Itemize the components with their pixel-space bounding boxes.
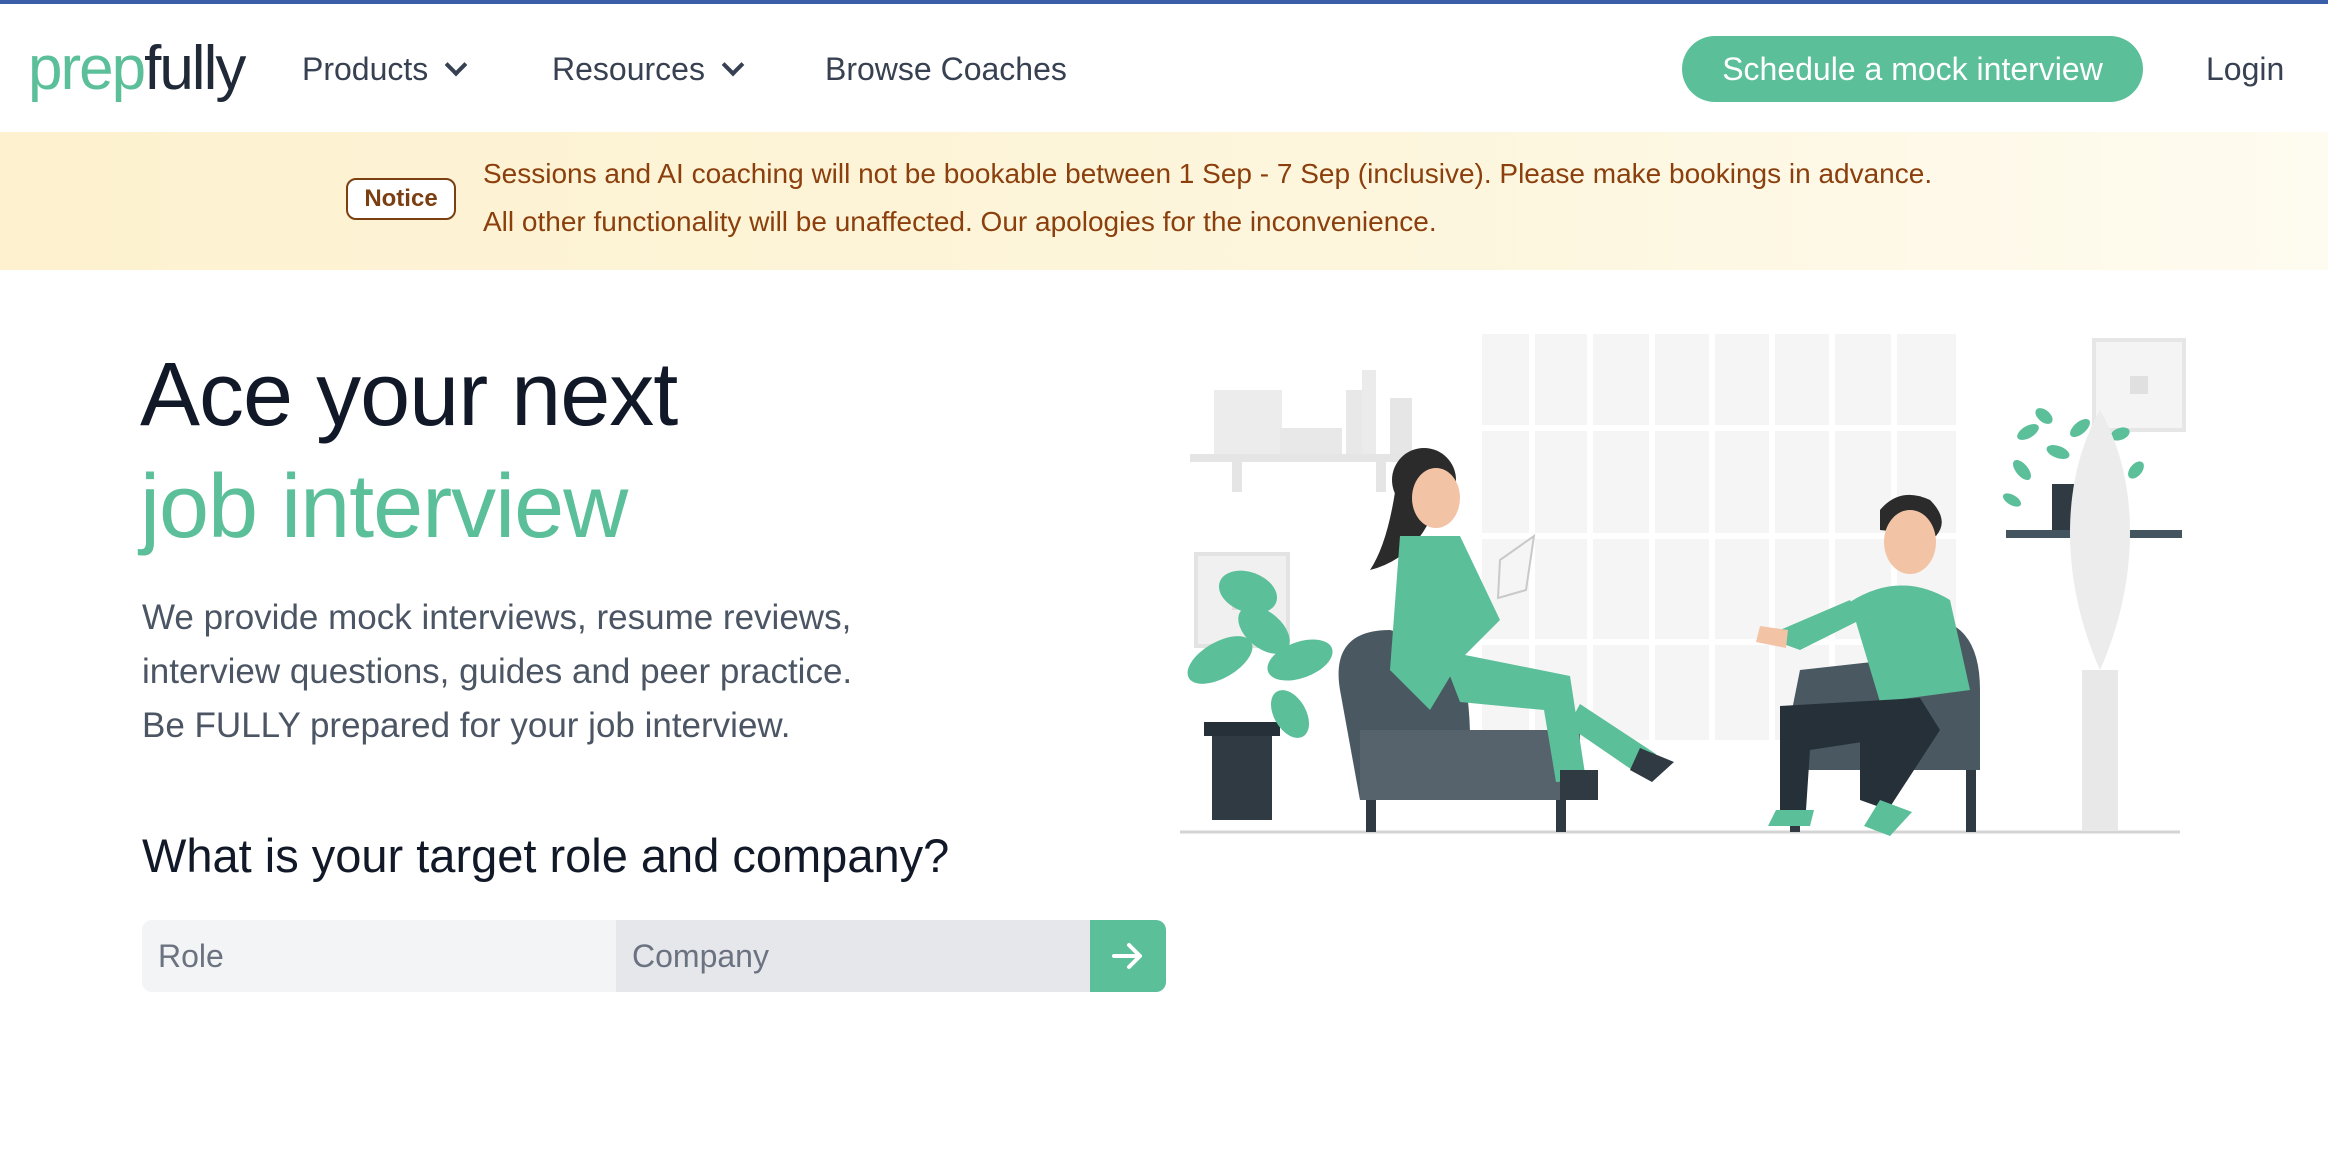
prepfully-logo[interactable]: prepfully (28, 34, 246, 104)
interview-illustration (1180, 334, 2186, 836)
schedule-button-label: Schedule a mock interview (1722, 50, 2103, 87)
target-question: What is your target role and company? (142, 829, 950, 882)
schedule-mock-interview-button[interactable]: Schedule a mock interview (1682, 36, 2143, 102)
notice-line-1: Sessions and AI coaching will not be boo… (483, 158, 1933, 189)
notice-banner: Notice Sessions and AI coaching will not… (0, 132, 2328, 270)
role-company-search (142, 920, 1166, 992)
notice-badge: Notice (346, 178, 456, 220)
hero-description-line-3: Be FULLY prepared for your job interview… (142, 706, 791, 745)
hero-title-line-2: job interview (140, 457, 628, 557)
login-link[interactable]: Login (2206, 49, 2284, 89)
browse-coaches-link[interactable]: Browse Coaches (825, 49, 1067, 89)
chevron-down-icon (444, 53, 468, 77)
search-submit-button[interactable] (1090, 920, 1166, 992)
resources-menu[interactable]: Resources (552, 49, 745, 89)
browse-coaches-label: Browse Coaches (825, 51, 1067, 87)
standing-plant-illustration (2070, 410, 2130, 830)
picture-frame-right-center (2130, 376, 2148, 394)
hero-description-line-1: We provide mock interviews, resume revie… (142, 598, 852, 637)
arrow-right-icon (1112, 943, 1142, 969)
products-label: Products (302, 51, 429, 87)
role-input[interactable] (142, 920, 616, 992)
hero-description-line-2: interview questions, guides and peer pra… (142, 652, 853, 691)
products-menu[interactable]: Products (302, 49, 468, 89)
chevron-down-icon (721, 53, 745, 77)
resources-label: Resources (552, 51, 705, 87)
company-input[interactable] (616, 920, 1090, 992)
notice-line-2: All other functionality will be unaffect… (483, 206, 1437, 237)
top-navbar: prepfully Products Resources Browse Coac… (0, 4, 2328, 132)
hero-title-line-1: Ace your next (140, 345, 678, 445)
